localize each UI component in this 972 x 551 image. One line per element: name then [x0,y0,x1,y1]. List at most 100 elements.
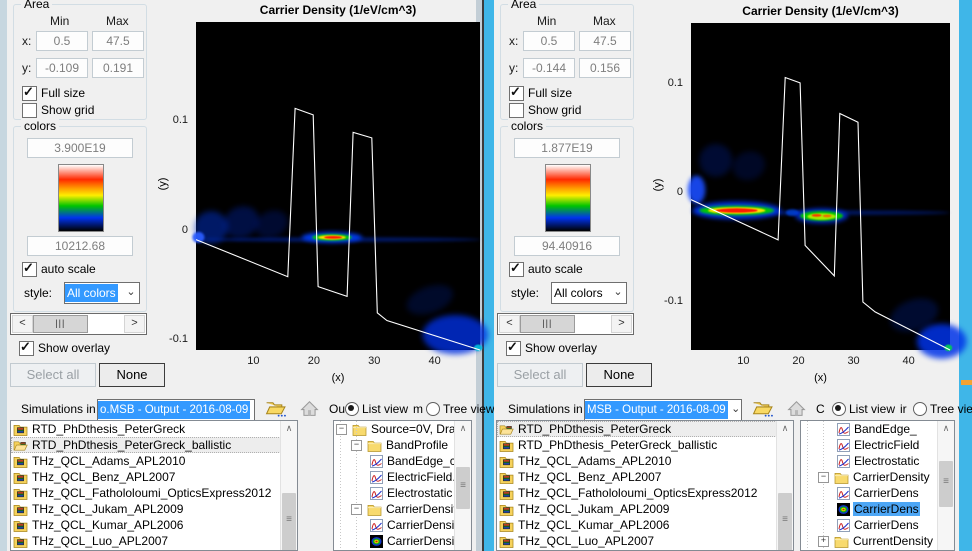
full-size-checkbox[interactable] [509,84,524,101]
show-grid-checkbox[interactable] [22,103,37,118]
tree-item[interactable]: ElectricField. [334,469,471,485]
chevron-down-icon[interactable] [250,403,254,417]
color-max-value[interactable]: 3.900E19 [27,138,133,158]
show-overlay-checkbox[interactable] [506,339,521,356]
min-header: Min [50,14,70,28]
home-icon[interactable] [786,399,807,417]
scroll-left-icon[interactable] [12,315,33,333]
chart-icon [837,486,850,500]
scroll-up-icon[interactable] [281,421,297,436]
tree-vscrollbar[interactable] [454,421,471,550]
carrier-density-plot[interactable] [192,22,488,355]
chart-icon [370,486,383,500]
x-min-field[interactable]: 0.5 [36,31,88,51]
scroll-up-icon[interactable] [938,421,954,436]
chart-icon [837,438,850,452]
list-vscrollbar[interactable] [776,421,793,550]
list-item[interactable]: THz_QCL_Luo_APL2007 [11,533,297,549]
collapse-icon[interactable] [351,503,362,515]
scroll-up-icon[interactable] [455,421,471,436]
carrier-density-plot[interactable] [687,23,967,359]
hscroll-thumb[interactable] [520,315,575,333]
list-item[interactable]: THz_QCL_Fathololoumi_OpticsExpress2012 [497,485,793,501]
tree-item[interactable]: CarrierDensity [334,501,471,517]
tree-item[interactable]: BandEdge_c [334,453,471,469]
open-folder-icon[interactable] [752,399,773,417]
y-min-field[interactable]: -0.144 [523,58,575,78]
list-item[interactable]: THz_QCL_Adams_APL2010 [497,453,793,469]
tree-item[interactable]: BandProfile [334,437,471,453]
list-item[interactable]: THz_QCL_Benz_APL2007 [11,469,297,485]
select-all-button[interactable]: Select all [10,363,96,387]
list-item[interactable]: RTD_PhDthesis_PeterGreck [497,421,793,437]
color-max-value[interactable]: 1.877E19 [514,138,620,158]
hscroll-thumb[interactable] [33,315,88,333]
list-item[interactable]: THz_QCL_Jukam_APL2009 [497,501,793,517]
style-select[interactable]: All colors [64,282,140,304]
collapse-icon[interactable] [818,471,829,483]
tree-item[interactable]: Electrostatic [334,485,471,501]
scroll-right-icon[interactable] [124,315,145,333]
vscroll-thumb[interactable] [939,461,953,507]
simulations-combo[interactable]: MSB - Output - 2016-08-09 [584,399,742,421]
auto-scale-checkbox[interactable] [22,260,37,277]
plot-hscrollbar[interactable] [10,313,147,335]
sim-folder-icon [499,504,514,516]
list-item[interactable]: THz_QCL_Fathololoumi_OpticsExpress2012 [11,485,297,501]
tree-view-radio[interactable] [913,402,927,416]
list-item[interactable]: THz_QCL_Jukam_APL2009 [11,501,297,517]
hscroll-track[interactable] [33,315,124,333]
expand-icon[interactable] [818,535,829,547]
x-min-field[interactable]: 0.5 [523,31,575,51]
list-vscrollbar[interactable] [280,421,297,550]
show-overlay-checkbox[interactable] [19,339,34,356]
color-min-value[interactable]: 94.40916 [514,236,620,256]
list-item[interactable]: THz_QCL_Kumar_APL2006 [497,517,793,533]
list-item[interactable]: RTD_PhDthesis_PeterGreck [11,421,297,437]
color-min-value[interactable]: 10212.68 [27,236,133,256]
list-item[interactable]: RTD_PhDthesis_PeterGreck_ballistic [11,437,297,453]
chevron-down-icon[interactable] [123,286,139,300]
y-axis-label: (y) [157,177,169,191]
full-size-checkbox[interactable] [22,84,37,101]
chevron-down-icon[interactable] [610,286,626,300]
home-icon[interactable] [299,399,320,417]
list-item[interactable]: RTD_PhDthesis_PeterGreck_ballistic [497,437,793,453]
y-max-field[interactable]: 0.191 [92,58,144,78]
plot-hscrollbar[interactable] [497,313,634,335]
style-select[interactable]: All colors [551,282,627,304]
tree-item[interactable]: CarrierDensity [334,517,471,533]
y-max-field[interactable]: 0.156 [579,58,631,78]
collapse-icon[interactable] [351,439,362,451]
list-view-radio[interactable] [345,402,359,416]
list-item[interactable]: THz_QCL_Benz_APL2007 [497,469,793,485]
chevron-down-icon[interactable] [728,403,741,417]
scroll-right-icon[interactable] [611,315,632,333]
simulations-combo[interactable]: o.MSB - Output - 2016-08-09 [97,399,255,421]
select-all-button[interactable]: Select all [497,363,583,387]
list-item[interactable]: THz_QCL_Kumar_APL2006 [11,517,297,533]
vscroll-thumb[interactable] [456,467,470,509]
scroll-left-icon[interactable] [499,315,520,333]
open-folder-icon[interactable] [265,399,286,417]
vscroll-thumb[interactable] [778,493,792,550]
vscroll-thumb[interactable] [282,493,296,550]
tree-item[interactable]: Source=0V, Drain=0. [334,421,471,437]
list-item[interactable]: THz_QCL_Adams_APL2010 [11,453,297,469]
scroll-up-icon[interactable] [777,421,793,436]
tree-item[interactable]: CarrierDensity [334,533,471,549]
viewer-panel-right: Area Min Max x: 0.5 47.5 y: -0.144 0.156… [494,0,972,551]
auto-scale-checkbox[interactable] [509,260,524,277]
x-max-field[interactable]: 47.5 [92,31,144,51]
x-max-field[interactable]: 47.5 [579,31,631,51]
hscroll-track[interactable] [520,315,611,333]
show-grid-checkbox[interactable] [509,103,524,118]
list-item[interactable]: THz_QCL_Luo_APL2007 [497,533,793,549]
y-min-field[interactable]: -0.109 [36,58,88,78]
chart-icon [837,422,850,436]
tree-vscrollbar[interactable] [937,421,954,550]
collapse-icon[interactable] [336,423,347,435]
tree-view-radio[interactable] [426,402,440,416]
list-view-radio[interactable] [832,402,846,416]
sim-folder-icon [13,472,28,484]
